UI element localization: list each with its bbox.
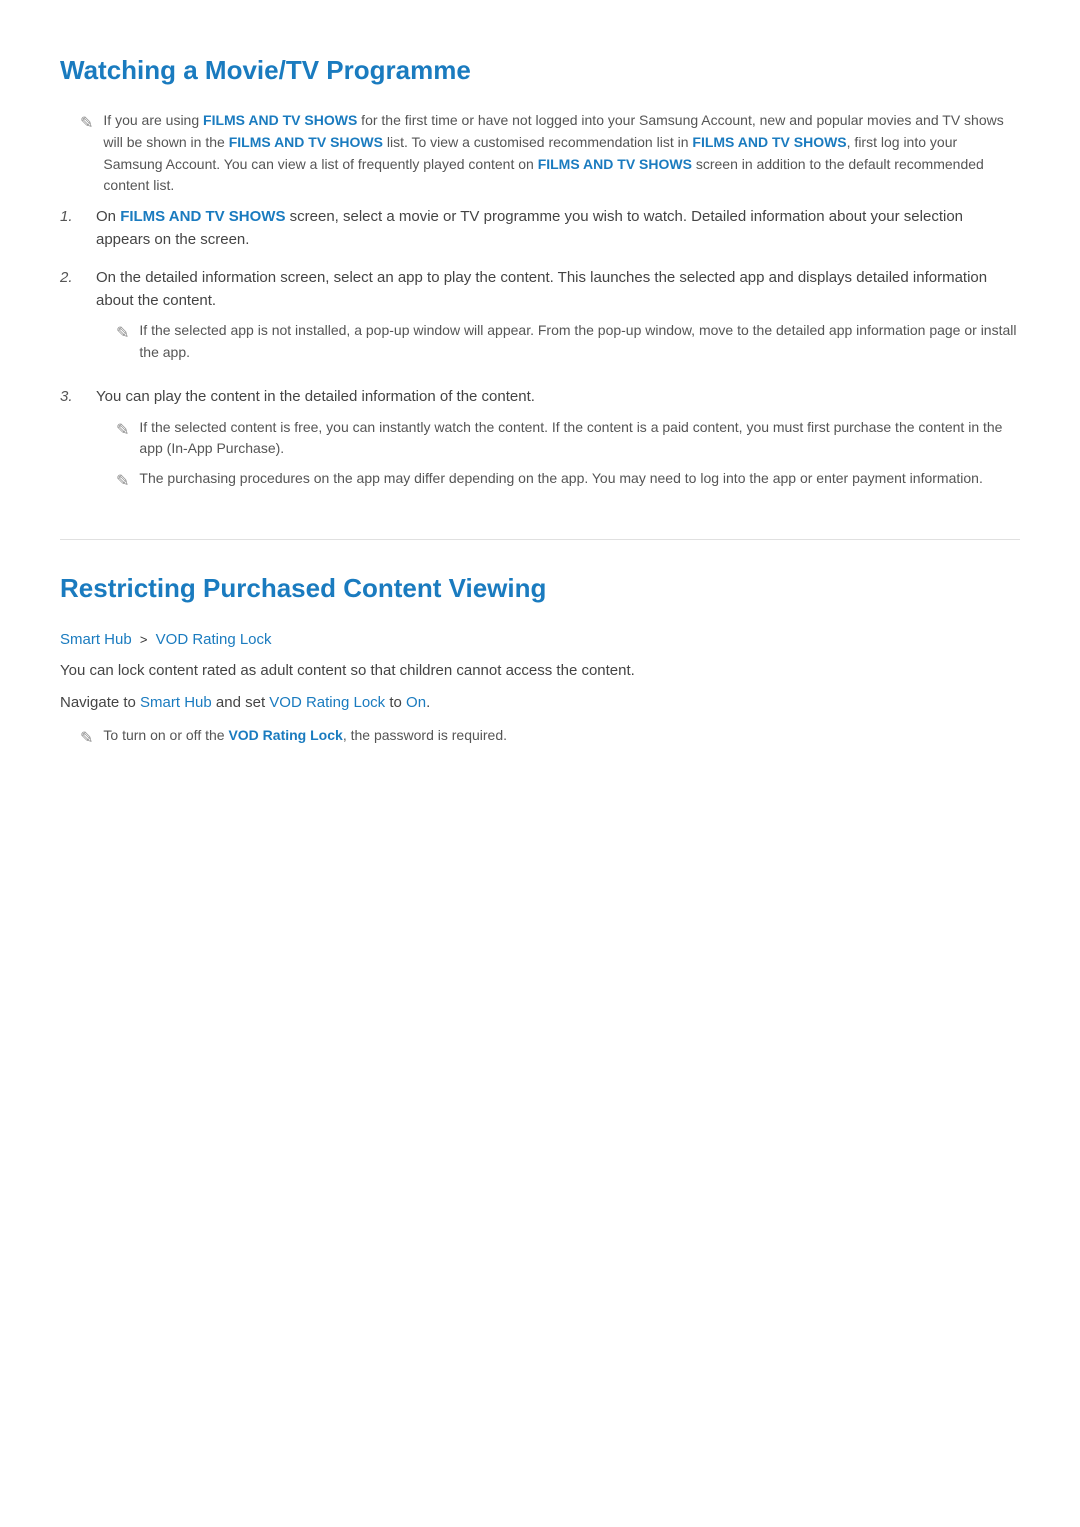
section-divider: [60, 539, 1020, 540]
films-tv-shows-ref-1: FILMS AND TV SHOWS: [203, 112, 357, 128]
step-1-number: 1.: [60, 205, 80, 228]
step-2-text: On the detailed information screen, sele…: [96, 269, 987, 309]
note-icon-5: ✎: [80, 727, 93, 752]
section2-note-block: ✎ To turn on or off the VOD Rating Lock,…: [80, 725, 1020, 752]
section2-navigate: Navigate to Smart Hub and set VOD Rating…: [60, 691, 1020, 714]
note-icon-1: ✎: [80, 112, 93, 137]
section2-title: Restricting Purchased Content Viewing: [60, 568, 1020, 608]
step-3-text: You can play the content in the detailed…: [96, 388, 535, 405]
step-3: 3. You can play the content in the detai…: [60, 385, 1020, 502]
films-tv-shows-ref-3: FILMS AND TV SHOWS: [692, 134, 846, 150]
films-tv-shows-ref-4: FILMS AND TV SHOWS: [538, 156, 692, 172]
step-2-note-text: If the selected app is not installed, a …: [139, 320, 1020, 363]
films-tv-shows-ref-2: FILMS AND TV SHOWS: [229, 134, 383, 150]
steps-list: 1. On FILMS AND TV SHOWS screen, select …: [60, 205, 1020, 503]
step-2-number: 2.: [60, 266, 80, 289]
navigate-smart-hub: Smart Hub: [140, 694, 212, 711]
step-3-note-1: ✎ If the selected content is free, you c…: [116, 417, 1020, 460]
note-icon-3: ✎: [116, 419, 129, 444]
breadcrumb-nav: Smart Hub > VOD Rating Lock: [60, 628, 1020, 651]
section1-title: Watching a Movie/TV Programme: [60, 50, 1020, 90]
step-1: 1. On FILMS AND TV SHOWS screen, select …: [60, 205, 1020, 252]
note-text-intro: If you are using FILMS AND TV SHOWS for …: [103, 110, 1020, 197]
step-2-subnotes: ✎ If the selected app is not installed, …: [96, 320, 1020, 363]
note-block-intro: ✎ If you are using FILMS AND TV SHOWS fo…: [80, 110, 1020, 197]
section2-body1: You can lock content rated as adult cont…: [60, 659, 1020, 683]
navigate-on: On: [406, 694, 426, 711]
note-icon-4: ✎: [116, 470, 129, 495]
navigate-vod-lock: VOD Rating Lock: [269, 694, 385, 711]
step-3-subnotes: ✎ If the selected content is free, you c…: [96, 417, 1020, 495]
note-icon-2: ✎: [116, 322, 129, 347]
step-3-note-2: ✎ The purchasing procedures on the app m…: [116, 468, 1020, 495]
step-3-note-text-2: The purchasing procedures on the app may…: [139, 468, 982, 490]
step-1-content: On FILMS AND TV SHOWS screen, select a m…: [96, 205, 1020, 252]
breadcrumb-separator: >: [140, 632, 148, 647]
step-2-note: ✎ If the selected app is not installed, …: [116, 320, 1020, 363]
step-2: 2. On the detailed information screen, s…: [60, 266, 1020, 372]
films-tv-shows-step1: FILMS AND TV SHOWS: [120, 208, 285, 225]
step-3-note-text-1: If the selected content is free, you can…: [139, 417, 1020, 460]
step-3-content: You can play the content in the detailed…: [96, 385, 1020, 502]
step-3-number: 3.: [60, 385, 80, 408]
vod-rating-lock-ref: VOD Rating Lock: [228, 727, 342, 743]
step-2-content: On the detailed information screen, sele…: [96, 266, 1020, 372]
breadcrumb-vod-rating-lock: VOD Rating Lock: [156, 631, 272, 648]
breadcrumb-smart-hub: Smart Hub: [60, 631, 132, 648]
section2-note-text: To turn on or off the VOD Rating Lock, t…: [103, 725, 507, 747]
